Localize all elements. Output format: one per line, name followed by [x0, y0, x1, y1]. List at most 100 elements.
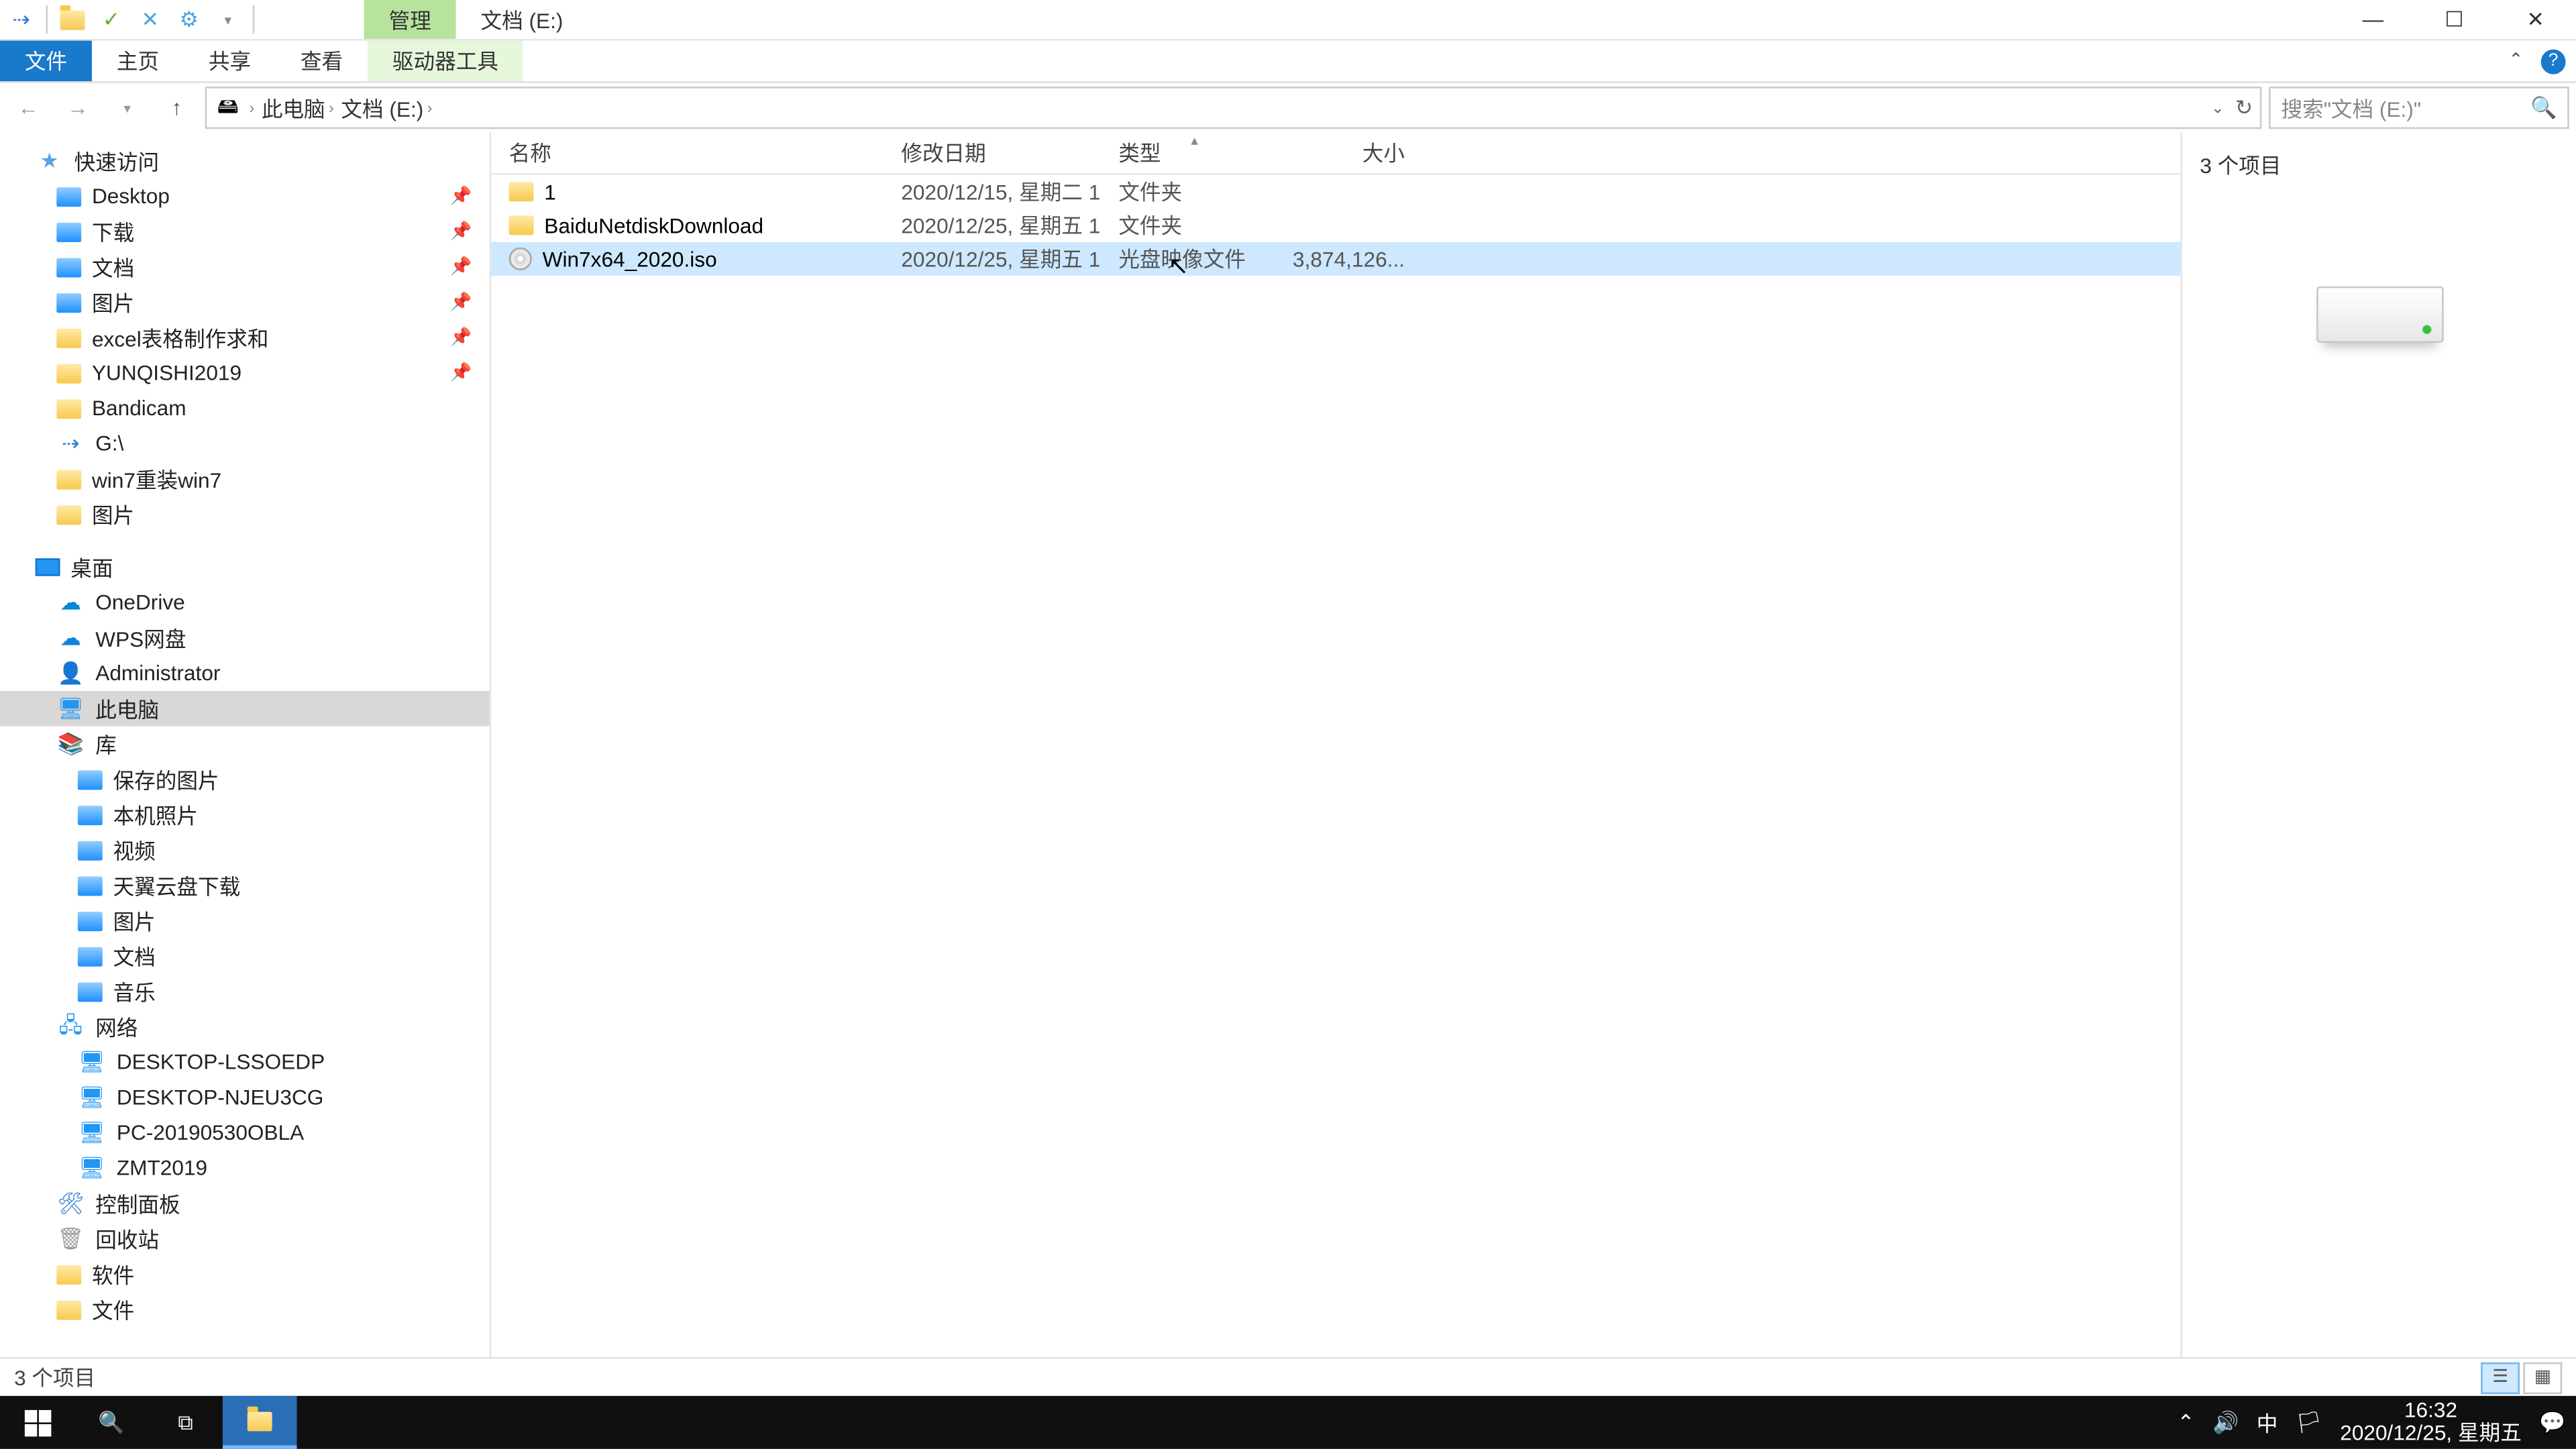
nav-net-item[interactable]: 🖥DESKTOP-LSSOEDP [0, 1044, 490, 1080]
tray-volume-icon[interactable]: 🔊 [2212, 1410, 2239, 1435]
tray-ime-icon[interactable]: 中 [2257, 1407, 2278, 1438]
taskbar-explorer[interactable] [223, 1396, 297, 1449]
breadcrumb[interactable]: 此电脑 › [262, 93, 334, 123]
ribbon-context-tab[interactable]: 管理 [364, 0, 456, 39]
drive-icon: 🖴 [214, 94, 242, 122]
breadcrumb[interactable]: 文档 (E:) › [341, 93, 432, 123]
nav-recycle-bin[interactable]: 🗑回收站 [0, 1221, 490, 1256]
view-icons-button[interactable]: ▦ [2523, 1361, 2562, 1393]
nav-lib-item[interactable]: 视频 [0, 833, 490, 868]
desktop-icon [36, 558, 60, 576]
help-icon[interactable]: ? [2541, 48, 2566, 73]
table-row[interactable]: Win7x64_2020.iso2020/12/25, 星期五 1...光盘映像… [491, 242, 2180, 276]
nav-pinned-item[interactable]: 图片📌 [0, 284, 490, 320]
qat-dropdown-icon[interactable]: ▾ [214, 5, 242, 34]
refresh-icon[interactable]: ↻ [2235, 95, 2253, 120]
column-header-row: ▴ 名称 修改日期 类型 大小 [491, 133, 2180, 175]
nav-lib-item[interactable]: 本机照片 [0, 797, 490, 833]
qat-close-icon[interactable]: ✕ [136, 5, 164, 34]
taskbar-clock[interactable]: 16:32 2020/12/25, 星期五 [2340, 1399, 2522, 1446]
table-row[interactable]: BaiduNetdiskDownload2020/12/25, 星期五 1...… [491, 209, 2180, 242]
ribbon-tab-share[interactable]: 共享 [184, 41, 276, 82]
column-header-size[interactable]: 大小 [1281, 133, 1423, 174]
nav-pinned-item[interactable]: Bandicam [0, 390, 490, 426]
search-input[interactable]: 搜索"文档 (E:)" 🔍 [2269, 87, 2569, 129]
nav-pinned-item[interactable]: 文档📌 [0, 249, 490, 284]
nav-this-pc[interactable]: 🖥此电脑 [0, 691, 490, 727]
column-header-date[interactable]: 修改日期 [883, 133, 1101, 174]
file-date: 2020/12/25, 星期五 1... [883, 244, 1101, 274]
nav-net-item[interactable]: 🖥ZMT2019 [0, 1150, 490, 1186]
ribbon-collapse-icon[interactable]: ⌃ [2508, 51, 2523, 70]
folder-icon [78, 805, 103, 824]
close-button[interactable]: ✕ [2495, 0, 2576, 40]
nav-network[interactable]: 🖧网络 [0, 1009, 490, 1044]
nav-pinned-item[interactable]: 图片 [0, 496, 490, 532]
ribbon-tab-drive-tools[interactable]: 驱动器工具 [368, 41, 523, 82]
nav-desktop[interactable]: 桌面 [0, 549, 490, 585]
address-dropdown-icon[interactable]: ⌄ [2211, 98, 2224, 117]
nav-pinned-item[interactable]: Desktop📌 [0, 178, 490, 214]
nav-net-item[interactable]: 🖥PC-20190530OBLA [0, 1115, 490, 1150]
nav-pinned-item[interactable]: YUNQISHI2019📌 [0, 355, 490, 390]
nav-quick-access[interactable]: ★快速访问 [0, 143, 490, 178]
navigation-row: ← → ▾ ↑ 🖴 › 此电脑 › 文档 (E:) › ⌄ ↻ 搜索"文档 (E… [0, 83, 2576, 133]
nav-lib-item[interactable]: 保存的图片 [0, 761, 490, 797]
tray-chevron-icon[interactable]: ⌃ [2177, 1410, 2195, 1435]
recent-dropdown-icon[interactable]: ▾ [106, 87, 148, 129]
view-details-button[interactable]: ☰ [2481, 1361, 2520, 1393]
nav-software[interactable]: 软件 [0, 1256, 490, 1292]
back-button[interactable]: ← [7, 87, 50, 129]
cloud-icon: ☁ [56, 624, 85, 652]
address-bar[interactable]: 🖴 › 此电脑 › 文档 (E:) › ⌄ ↻ [205, 87, 2262, 129]
nav-lib-item[interactable]: 图片 [0, 903, 490, 938]
file-name: 1 [544, 179, 556, 204]
nav-pinned-item[interactable]: win7重装win7 [0, 461, 490, 496]
task-view-button[interactable]: ⧉ [148, 1396, 223, 1449]
tray-flag-icon[interactable]: 🏳 [2296, 1410, 2322, 1435]
nav-user[interactable]: 👤Administrator [0, 655, 490, 691]
table-row[interactable]: 12020/12/15, 星期二 1...文件夹 [491, 175, 2180, 209]
star-icon: ★ [36, 147, 64, 175]
ribbon-tab-view[interactable]: 查看 [276, 41, 368, 82]
drive-preview-icon [2316, 286, 2443, 343]
folder-icon [78, 947, 103, 966]
nav-onedrive[interactable]: ☁OneDrive [0, 585, 490, 621]
nav-lib-item[interactable]: 音乐 [0, 973, 490, 1009]
folder-icon [248, 1411, 272, 1430]
quick-access-toolbar: ⇢ ✓ ✕ ⚙ ▾ [0, 5, 262, 34]
library-icon: 📚 [56, 730, 85, 758]
file-date: 2020/12/15, 星期二 1... [883, 176, 1101, 207]
qat-check-icon[interactable]: ✓ [97, 5, 125, 34]
qat-settings-icon[interactable]: ⚙ [175, 5, 203, 34]
folder-icon [56, 328, 81, 347]
nav-lib-item[interactable]: 文档 [0, 938, 490, 974]
nav-control-panel[interactable]: 🛠控制面板 [0, 1185, 490, 1221]
nav-docs[interactable]: 文件 [0, 1291, 490, 1327]
pin-icon: 📌 [449, 186, 472, 206]
nav-wps[interactable]: ☁WPS网盘 [0, 621, 490, 656]
search-button[interactable]: 🔍 [74, 1396, 149, 1449]
nav-pinned-item[interactable]: ⇢G:\ [0, 426, 490, 462]
bin-icon: 🗑 [56, 1224, 85, 1252]
minimize-button[interactable]: — [2332, 0, 2414, 40]
nav-pinned-item[interactable]: excel表格制作求和📌 [0, 320, 490, 356]
folder-icon [509, 215, 534, 235]
folder-icon [56, 222, 81, 241]
action-center-icon[interactable]: 💬 [2539, 1410, 2565, 1435]
column-header-name[interactable]: 名称 [491, 133, 883, 174]
file-list-pane: ▴ 名称 修改日期 类型 大小 12020/12/15, 星期二 1...文件夹… [491, 133, 2180, 1357]
up-button[interactable]: ↑ [156, 87, 198, 129]
ribbon-tab-home[interactable]: 主页 [92, 41, 184, 82]
nav-lib-item[interactable]: 天翼云盘下载 [0, 867, 490, 903]
qat-folder-icon[interactable] [58, 5, 87, 34]
folder-icon [78, 981, 103, 1001]
ribbon-file-tab[interactable]: 文件 [0, 41, 92, 82]
start-button[interactable] [0, 1396, 74, 1449]
nav-net-item[interactable]: 🖥DESKTOP-NJEU3CG [0, 1079, 490, 1115]
nav-libraries[interactable]: 📚库 [0, 727, 490, 762]
folder-icon [78, 840, 103, 859]
nav-pinned-item[interactable]: 下载📌 [0, 214, 490, 250]
folder-icon [509, 182, 534, 201]
maximize-button[interactable]: ☐ [2414, 0, 2495, 40]
